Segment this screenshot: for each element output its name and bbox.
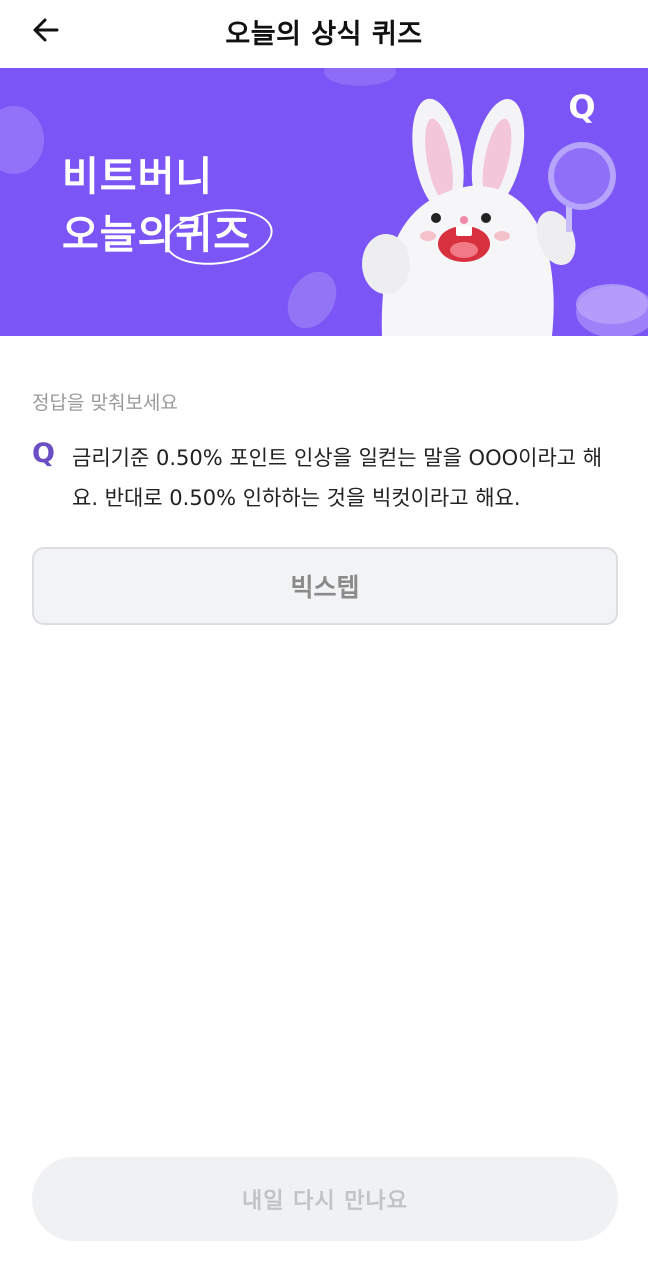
page-title: 오늘의 상식 퀴즈 — [225, 19, 423, 50]
q-badge-letter: Q — [568, 88, 596, 126]
banner-line-1: 비트버니 — [62, 154, 214, 200]
see-you-tomorrow-button[interactable]: 내일 다시 만나요 — [32, 1157, 618, 1241]
question-text: 금리기준 0.50% 포인트 인상을 일컫는 말을 OOO이라고 해요. 반대로… — [72, 446, 603, 510]
app-header: 오늘의 상식 퀴즈 — [0, 0, 648, 68]
banner-heading: 비트버니 오늘의 퀴즈 — [62, 148, 277, 272]
banner-line-2: 오늘의 퀴즈 — [62, 202, 277, 272]
answer-card[interactable]: 빅스텝 — [32, 547, 618, 625]
quiz-prompt: 정답을 맞춰보세요 — [32, 392, 178, 414]
banner-highlight: 퀴즈 — [162, 202, 277, 272]
question-label: Q — [32, 438, 55, 469]
quiz-banner: 비트버니 오늘의 퀴즈 Q — [0, 68, 648, 336]
banner-line-2-prefix: 오늘의 — [62, 212, 176, 258]
